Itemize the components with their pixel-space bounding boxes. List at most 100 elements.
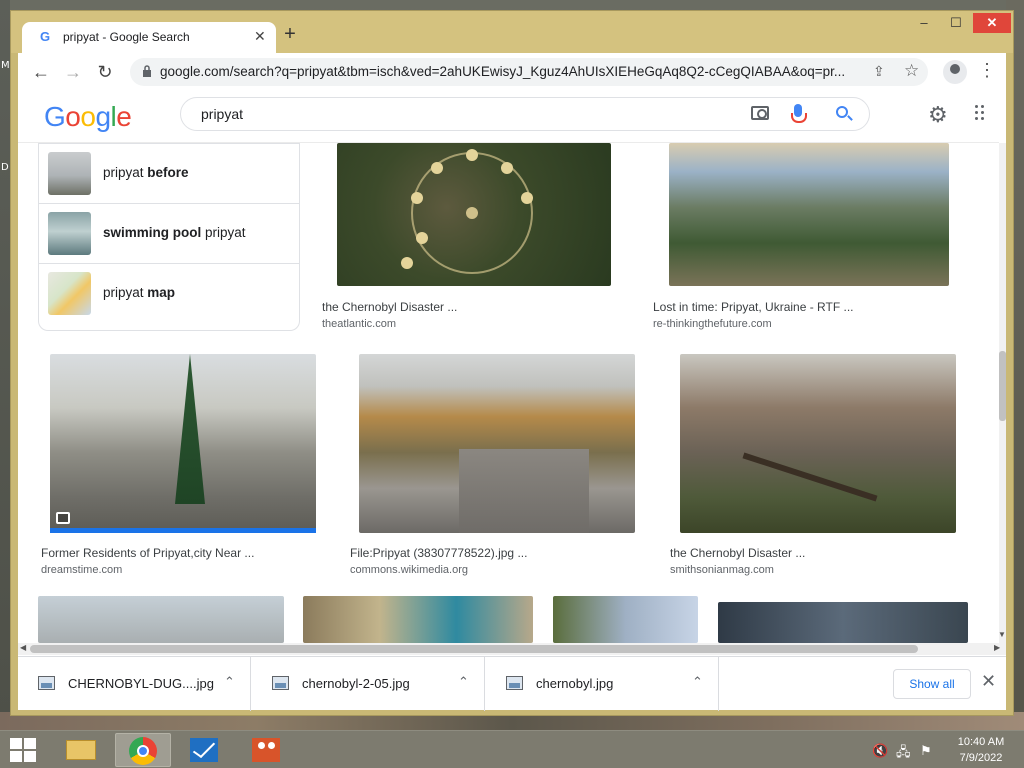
profile-avatar-icon[interactable] xyxy=(943,60,967,84)
result-source[interactable]: re-thinkingthefuture.com xyxy=(653,318,772,330)
chevron-up-icon[interactable]: ⌃ xyxy=(692,674,703,690)
url-text[interactable]: google.com/search?q=pripyat&tbm=isch&ved… xyxy=(160,64,860,79)
start-button[interactable] xyxy=(8,737,38,763)
search-input[interactable]: pripyat xyxy=(201,106,243,122)
logo-letter: o xyxy=(65,101,81,132)
chrome-window: G pripyat - Google Search ✕ + – ☐ ✕ ← → … xyxy=(10,10,1014,716)
chevron-up-icon[interactable]: ⌃ xyxy=(458,674,469,690)
logo-letter: g xyxy=(95,101,111,132)
volume-muted-icon[interactable]: 🔇 xyxy=(872,743,888,759)
horizontal-scrollbar[interactable]: ◀ ▶ xyxy=(18,643,1006,655)
result-source[interactable]: smithsonianmag.com xyxy=(670,564,774,576)
reload-button[interactable]: ↻ xyxy=(94,61,116,83)
horizontal-scroll-thumb[interactable] xyxy=(30,645,918,653)
related-searches: pripyat before swimming pool pripyat pri… xyxy=(38,143,300,331)
show-all-downloads-button[interactable]: Show all xyxy=(893,669,971,699)
new-tab-button[interactable]: + xyxy=(279,24,301,46)
vertical-scrollbar[interactable]: ▼ xyxy=(998,143,1006,643)
chrome-taskbar-icon[interactable] xyxy=(115,733,171,767)
lock-icon xyxy=(143,65,151,77)
result-image-smithsonian[interactable] xyxy=(680,354,956,533)
result-caption[interactable]: Lost in time: Pripyat, Ukraine - RTF ... xyxy=(653,300,854,314)
share-icon[interactable]: ⇪ xyxy=(873,63,885,80)
result-caption[interactable]: the Chernobyl Disaster ... xyxy=(322,300,457,314)
result-image-partial[interactable] xyxy=(38,596,284,643)
christmas-tree-graphic xyxy=(175,354,205,504)
people-taskbar-icon[interactable] xyxy=(238,733,294,767)
system-clock[interactable]: 10:40 AM 7/9/2022 xyxy=(950,734,1012,766)
download-item[interactable]: chernobyl-2-05.jpg ⌃ xyxy=(252,657,485,711)
image-file-icon xyxy=(272,676,289,690)
image-progress-strip xyxy=(50,528,316,533)
desktop-left-edge: M D xyxy=(0,0,10,730)
result-source[interactable]: theatlantic.com xyxy=(322,318,396,330)
google-header: Google pripyat ⚙ xyxy=(18,91,999,143)
result-caption[interactable]: File:Pripyat (38307778522).jpg ... xyxy=(350,546,527,560)
close-window-button[interactable]: ✕ xyxy=(973,13,1011,33)
mail-taskbar-icon[interactable] xyxy=(176,733,232,767)
clock-time: 10:40 AM xyxy=(957,736,1005,748)
taskbar: 🔇 🖧 ⚑ 10:40 AM 7/9/2022 xyxy=(0,730,1024,768)
related-search-label: swimming pool pripyat xyxy=(103,225,246,240)
tab-close-icon[interactable]: ✕ xyxy=(254,28,266,45)
downloads-bar: CHERNOBYL-DUG....jpg ⌃ chernobyl-2-05.jp… xyxy=(18,656,1006,711)
settings-gear-icon[interactable]: ⚙ xyxy=(928,102,948,128)
image-results: pripyat before swimming pool pripyat pri… xyxy=(18,143,999,643)
download-item[interactable]: CHERNOBYL-DUG....jpg ⌃ xyxy=(18,657,251,711)
network-icon[interactable]: 🖧 xyxy=(896,743,911,765)
google-apps-icon[interactable] xyxy=(975,105,987,121)
result-image-partial[interactable] xyxy=(303,596,533,643)
scroll-right-icon[interactable]: ▶ xyxy=(994,643,1000,652)
logo-letter: o xyxy=(80,101,96,132)
logo-letter: e xyxy=(116,101,132,132)
image-badge-icon xyxy=(56,512,70,524)
result-image-partial[interactable] xyxy=(553,596,698,643)
forward-button[interactable]: → xyxy=(62,61,84,83)
result-caption[interactable]: the Chernobyl Disaster ... xyxy=(670,546,805,560)
result-source[interactable]: commons.wikimedia.org xyxy=(350,564,468,576)
vertical-scroll-thumb[interactable] xyxy=(999,351,1006,421)
search-icon[interactable] xyxy=(836,106,848,118)
file-explorer-taskbar-icon[interactable] xyxy=(54,733,110,767)
result-image-partial[interactable] xyxy=(718,602,968,643)
scroll-left-icon[interactable]: ◀ xyxy=(20,643,26,652)
bookmark-star-icon[interactable]: ☆ xyxy=(904,61,919,81)
related-thumbnail xyxy=(48,212,91,255)
scroll-down-icon[interactable]: ▼ xyxy=(998,630,1006,639)
ferris-wheel-graphic xyxy=(401,149,533,274)
address-bar[interactable]: google.com/search?q=pripyat&tbm=isch&ved… xyxy=(130,58,928,86)
result-source[interactable]: dreamstime.com xyxy=(41,564,122,576)
result-image-ferris-wheel[interactable] xyxy=(337,143,611,286)
result-image-pripyat-wikimedia[interactable] xyxy=(359,354,635,533)
related-search-label: pripyat map xyxy=(103,285,176,300)
related-search-item[interactable]: swimming pool pripyat xyxy=(39,203,299,263)
camera-search-icon[interactable] xyxy=(751,106,769,120)
download-item[interactable]: chernobyl.jpg ⌃ xyxy=(486,657,719,711)
download-filename: chernobyl.jpg xyxy=(536,676,614,691)
search-box[interactable]: pripyat xyxy=(180,97,870,131)
google-logo[interactable]: Google xyxy=(44,101,132,133)
maximize-button[interactable]: ☐ xyxy=(941,13,971,33)
map-thumbnail xyxy=(48,272,91,315)
minimize-button[interactable]: – xyxy=(909,13,939,33)
action-center-icon[interactable]: ⚑ xyxy=(920,743,932,759)
result-caption[interactable]: Former Residents of Pripyat,city Near ..… xyxy=(41,546,254,560)
seesaw-graphic xyxy=(742,452,878,502)
related-search-item[interactable]: pripyat before xyxy=(39,143,299,203)
close-downloads-icon[interactable]: ✕ xyxy=(981,671,996,692)
desktop-icon-label-d: D xyxy=(1,162,9,173)
related-search-item[interactable]: pripyat map xyxy=(39,263,299,323)
browser-toolbar: ← → ↻ google.com/search?q=pripyat&tbm=is… xyxy=(18,53,1006,91)
tab-pripyat-search[interactable]: G pripyat - Google Search ✕ xyxy=(22,22,276,53)
google-favicon-icon: G xyxy=(40,29,51,44)
back-button[interactable]: ← xyxy=(30,61,52,83)
result-image-former-residents[interactable] xyxy=(50,354,316,533)
result-image-lost-in-time[interactable] xyxy=(669,143,949,286)
related-search-label: pripyat before xyxy=(103,165,189,180)
image-file-icon xyxy=(38,676,55,690)
download-filename: CHERNOBYL-DUG....jpg xyxy=(68,676,214,691)
tab-strip: G pripyat - Google Search ✕ + – ☐ ✕ xyxy=(11,11,1013,53)
browser-menu-icon[interactable]: ⋮ xyxy=(978,60,996,81)
chevron-up-icon[interactable]: ⌃ xyxy=(224,674,235,690)
microphone-icon[interactable] xyxy=(791,104,807,123)
